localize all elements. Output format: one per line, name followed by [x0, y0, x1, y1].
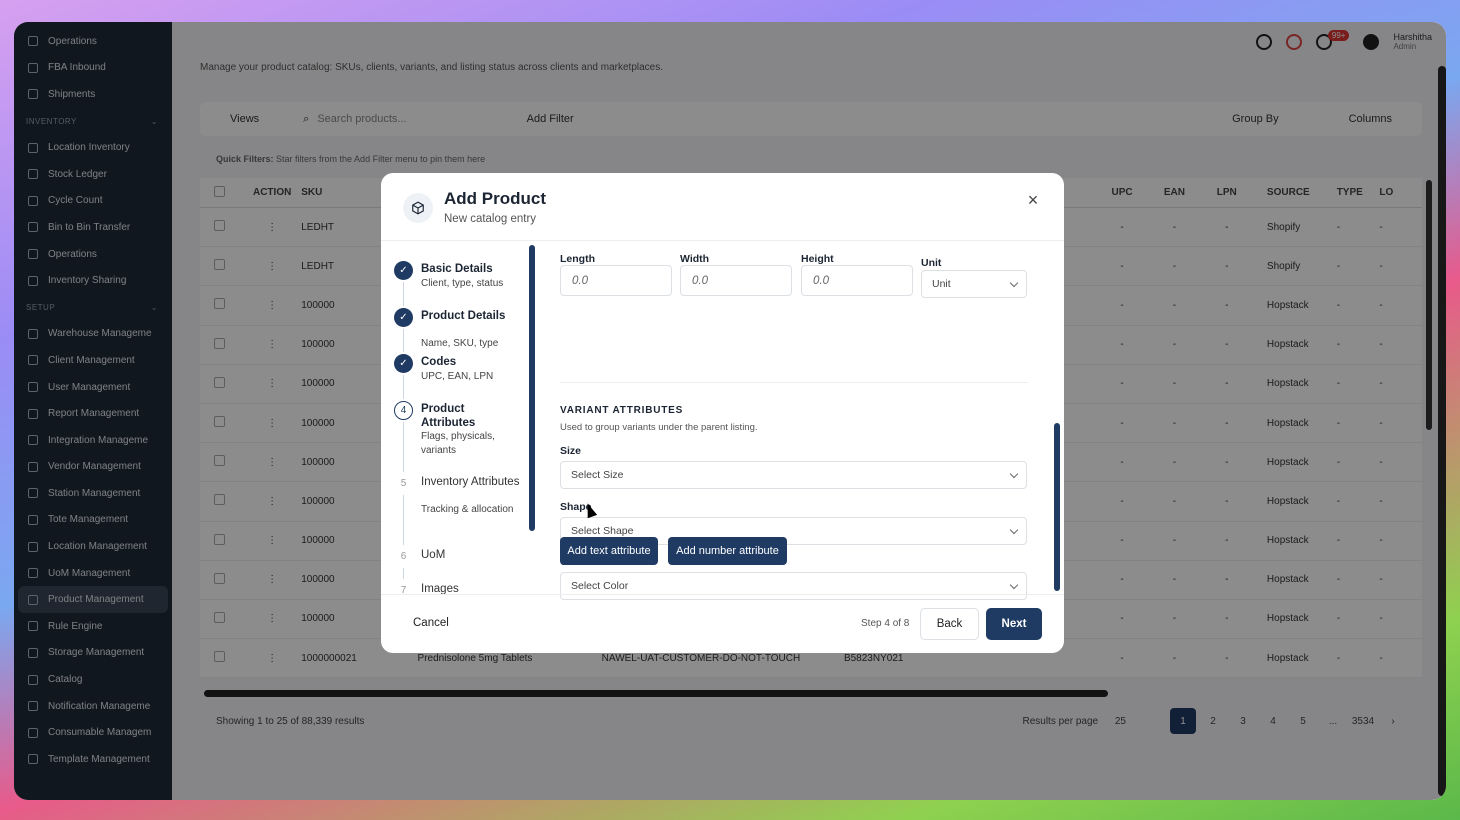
step-description: UPC, EAN, LPN: [421, 371, 494, 382]
height-input[interactable]: 0.0: [801, 265, 913, 296]
modal-subtitle: New catalog entry: [444, 213, 537, 225]
add-product-modal: Add Product New catalog entry × ✓ Basic D…: [381, 173, 1064, 653]
step-connector: [403, 329, 404, 352]
shape-value: Select Shape: [571, 525, 634, 537]
color-value: Select Color: [571, 580, 629, 592]
unit-select[interactable]: Unit: [921, 270, 1027, 298]
step-description: Client, type, status: [421, 278, 504, 289]
step-label: Product Details: [421, 310, 506, 322]
chevron-down-icon: [1009, 580, 1019, 590]
cube-icon: [403, 193, 433, 223]
unit-value: Unit: [932, 278, 951, 290]
step-label: Inventory Attributes: [421, 476, 520, 488]
checkmark-icon: ✓: [394, 354, 413, 373]
variant-section-title: VARIANT ATTRIBUTES: [560, 405, 684, 416]
section-divider: [560, 382, 1028, 383]
step-indicator: Step 4 of 8: [861, 618, 910, 629]
checkmark-icon: ✓: [394, 261, 413, 280]
step-number: 4: [394, 401, 413, 420]
step-label: Basic Details: [421, 263, 493, 275]
step-connector: [403, 422, 404, 472]
stepper-scrollbar[interactable]: [529, 245, 535, 531]
modal-title: Add Product: [444, 189, 546, 208]
step-connector: [403, 375, 404, 399]
step-label: Images: [421, 583, 459, 594]
modal-footer: Cancel Step 4 of 8 Back Next: [381, 594, 1064, 653]
step-number: 6: [394, 547, 413, 566]
step-label: UoM: [421, 549, 446, 561]
step-connector: [403, 568, 404, 579]
step-number: 7: [394, 581, 413, 594]
width-label: Width: [680, 253, 710, 265]
next-button[interactable]: Next: [986, 608, 1042, 640]
size-value: Select Size: [571, 469, 624, 481]
step-description: Tracking & allocation: [421, 504, 514, 515]
step-connector: [403, 282, 404, 306]
step-label: Product Attributes: [421, 403, 476, 429]
length-label: Length: [560, 253, 595, 265]
stepper: ✓ Basic Details Client, type, status ✓ Produ…: [381, 241, 525, 594]
chevron-down-icon: [1009, 525, 1019, 535]
cancel-button[interactable]: Cancel: [413, 617, 449, 629]
size-label: Size: [560, 445, 582, 457]
chevron-down-icon: [1009, 278, 1019, 288]
add-text-attribute-button[interactable]: Add text attribute: [560, 537, 658, 565]
length-input[interactable]: 0.0: [560, 265, 672, 296]
step-description: Flags, physicals, variants: [421, 431, 495, 456]
height-label: Height: [801, 253, 834, 265]
step-connector: [403, 495, 404, 545]
step-description: Name, SKU, type: [421, 338, 499, 349]
variant-section-desc: Used to group variants under the parent …: [560, 422, 758, 433]
chevron-down-icon: [1009, 469, 1019, 479]
unit-label: Unit: [921, 257, 942, 269]
back-button[interactable]: Back: [920, 608, 979, 640]
form-scrollbar[interactable]: [1054, 423, 1060, 591]
step-number: 5: [394, 474, 413, 493]
modal-header: Add Product New catalog entry ×: [381, 173, 1064, 241]
size-select[interactable]: Select Size: [560, 461, 1027, 489]
close-icon[interactable]: ×: [1024, 191, 1042, 209]
checkmark-icon: ✓: [394, 308, 413, 327]
step-label: Codes: [421, 356, 457, 368]
width-input[interactable]: 0.0: [680, 265, 792, 296]
add-number-attribute-button[interactable]: Add number attribute: [668, 537, 787, 565]
